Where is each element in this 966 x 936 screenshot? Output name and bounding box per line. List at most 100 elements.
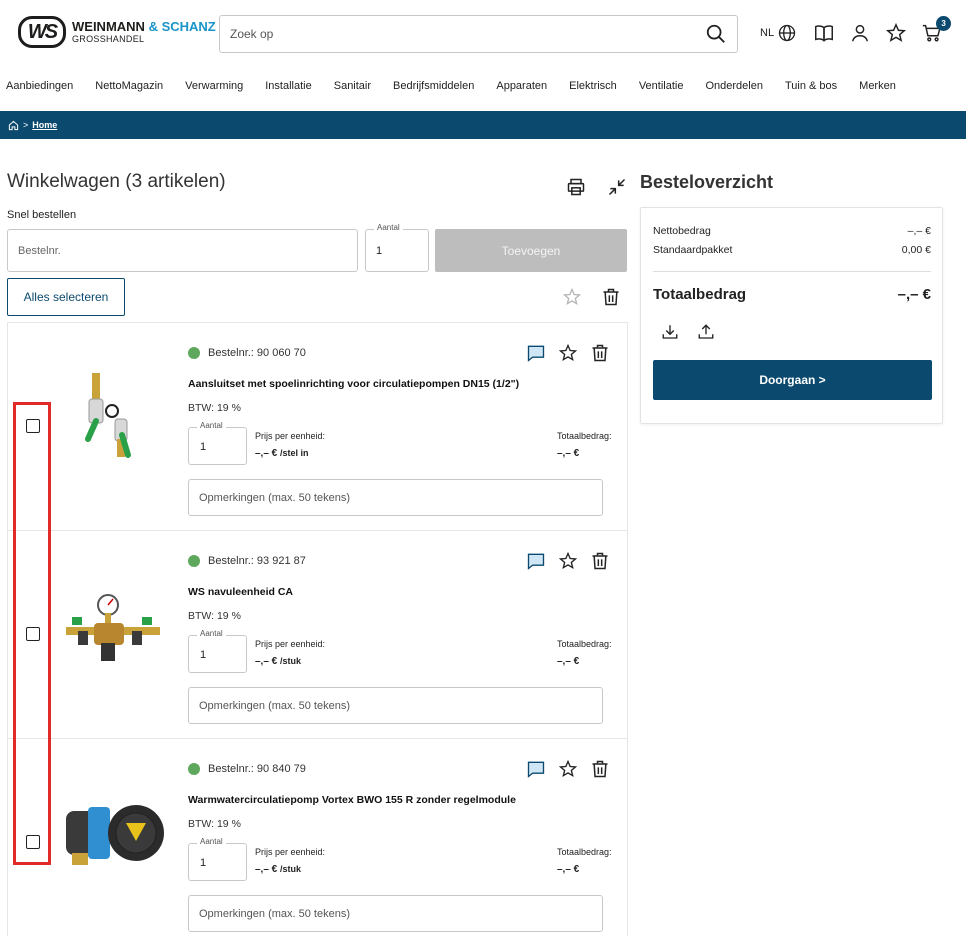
collapse-icon[interactable]	[607, 177, 627, 197]
item-qty-field[interactable]: Aantal 1	[188, 421, 247, 465]
breadcrumb-home-link[interactable]: Home	[32, 120, 57, 130]
quick-order-qty-input[interactable]	[366, 230, 428, 271]
qty-label: Aantal	[197, 421, 226, 430]
breadcrumb-separator: >	[23, 120, 29, 130]
item-name[interactable]: Warmwatercirculatiepomp Vortex BWO 155 R…	[188, 794, 516, 806]
item-actions	[526, 759, 622, 779]
cart-count-badge: 3	[936, 16, 952, 31]
product-image[interactable]	[58, 579, 168, 689]
nav-item[interactable]: Sanitair	[334, 80, 371, 100]
nav-item[interactable]: Bedrijfsmiddelen	[393, 80, 474, 100]
user-icon[interactable]	[849, 22, 871, 44]
remarks-input[interactable]	[188, 479, 603, 516]
star-icon[interactable]	[558, 759, 578, 779]
comment-icon[interactable]	[526, 759, 546, 779]
package-value: 0,00 €	[901, 244, 931, 256]
unit-price-unit: /stuk	[280, 864, 302, 874]
language-switch[interactable]: NL	[760, 23, 797, 43]
item-name[interactable]: Aansluitset met spoelinrichting voor cir…	[188, 378, 519, 390]
item-checkbox[interactable]	[26, 419, 40, 433]
trash-icon[interactable]	[590, 759, 610, 779]
logo-mark: WS	[18, 16, 66, 48]
star-icon[interactable]	[562, 287, 582, 307]
logo-name: WEINMANN	[72, 19, 145, 34]
qty-label: Aantal	[197, 837, 226, 846]
print-icon[interactable]	[566, 177, 586, 197]
search-input[interactable]	[230, 27, 705, 41]
trash-icon[interactable]	[601, 287, 621, 307]
availability-dot	[188, 347, 200, 359]
total-label: Totaalbedrag	[653, 286, 747, 303]
cart-item: Bestelnr.: 90 060 70 Aansluitset met spo…	[8, 323, 627, 531]
star-icon[interactable]	[558, 343, 578, 363]
order-number-input[interactable]	[7, 229, 358, 272]
package-row: Standaardpakket 0,00 €	[653, 244, 931, 256]
select-all-button[interactable]: Alles selecteren	[7, 278, 125, 316]
site-header: WS WEINMANN & SCHANZ GROSSHANDEL NL 3	[0, 0, 966, 70]
cart-icon[interactable]: 3	[921, 16, 952, 44]
cart-item: Bestelnr.: 93 921 87 WS navuleenheid CA …	[8, 531, 627, 739]
package-label: Standaardpakket	[653, 244, 733, 256]
home-icon[interactable]	[8, 120, 19, 131]
qty-label: Aantal	[374, 223, 403, 232]
summary-divider	[653, 271, 931, 272]
nav-item[interactable]: Apparaten	[496, 80, 547, 100]
search-icon[interactable]	[705, 23, 727, 45]
remarks-input[interactable]	[188, 895, 603, 932]
item-vat: BTW: 19 %	[188, 402, 241, 414]
nav-item[interactable]: Aanbiedingen	[6, 80, 73, 100]
product-image[interactable]	[58, 783, 168, 893]
qty-value: 1	[200, 857, 207, 869]
unit-price-unit: /stuk	[280, 656, 302, 666]
download-icon[interactable]	[661, 323, 679, 341]
logo-accent: & SCHANZ	[148, 19, 216, 34]
header-icons: NL 3	[760, 16, 957, 44]
item-vat: BTW: 19 %	[188, 818, 241, 830]
qty-label: Aantal	[197, 629, 226, 638]
trash-icon[interactable]	[590, 343, 610, 363]
item-order-number: Bestelnr.: 90 060 70	[208, 347, 306, 359]
nav-item[interactable]: Elektrisch	[569, 80, 617, 100]
breadcrumb: > Home	[0, 111, 966, 139]
search-bar	[219, 15, 738, 53]
add-button[interactable]: Toevoegen	[435, 229, 627, 272]
nav-item[interactable]: Tuin & bos	[785, 80, 837, 100]
item-qty-field[interactable]: Aantal 1	[188, 629, 247, 673]
item-total-value: –,– €	[557, 656, 580, 667]
item-qty-field[interactable]: Aantal 1	[188, 837, 247, 881]
remarks-input[interactable]	[188, 687, 603, 724]
total-value: –,– €	[897, 286, 931, 303]
logo-sub: GROSSHANDEL	[72, 34, 145, 44]
item-checkbox[interactable]	[26, 835, 40, 849]
proceed-button[interactable]: Doorgaan >	[653, 360, 932, 400]
unit-price-unit: /stel in	[280, 448, 309, 458]
nav-item[interactable]: Onderdelen	[705, 80, 763, 100]
trash-icon[interactable]	[590, 551, 610, 571]
order-summary: Nettobedrag –,– € Standaardpakket 0,00 €…	[640, 207, 943, 424]
cart-items-list: Bestelnr.: 90 060 70 Aansluitset met spo…	[7, 322, 628, 936]
product-image[interactable]	[58, 363, 168, 473]
nav-item[interactable]: Verwarming	[185, 80, 243, 100]
catalog-icon[interactable]	[813, 22, 835, 44]
unit-price-label: Prijs per eenheid:	[255, 431, 326, 441]
item-order-number: Bestelnr.: 93 921 87	[208, 555, 306, 567]
availability-status: Bestelnr.: 93 921 87	[188, 555, 306, 567]
star-icon[interactable]	[885, 22, 907, 44]
unit-price: –,– € /stuk	[255, 656, 301, 667]
star-icon[interactable]	[558, 551, 578, 571]
nav-item[interactable]: Installatie	[265, 80, 311, 100]
logo[interactable]: WS WEINMANN & SCHANZ GROSSHANDEL	[18, 16, 216, 48]
comment-icon[interactable]	[526, 551, 546, 571]
item-name[interactable]: WS navuleenheid CA	[188, 586, 293, 598]
nav-item[interactable]: Ventilatie	[639, 80, 684, 100]
availability-dot	[188, 555, 200, 567]
item-checkbox[interactable]	[26, 627, 40, 641]
comment-icon[interactable]	[526, 343, 546, 363]
item-actions	[526, 343, 622, 363]
total-row: Totaalbedrag –,– €	[653, 286, 931, 303]
upload-icon[interactable]	[697, 323, 715, 341]
nav-item[interactable]: NettoMagazin	[95, 80, 163, 100]
nav-item[interactable]: Merken	[859, 80, 896, 100]
import-export-icons	[661, 323, 733, 341]
item-order-number: Bestelnr.: 90 840 79	[208, 763, 306, 775]
